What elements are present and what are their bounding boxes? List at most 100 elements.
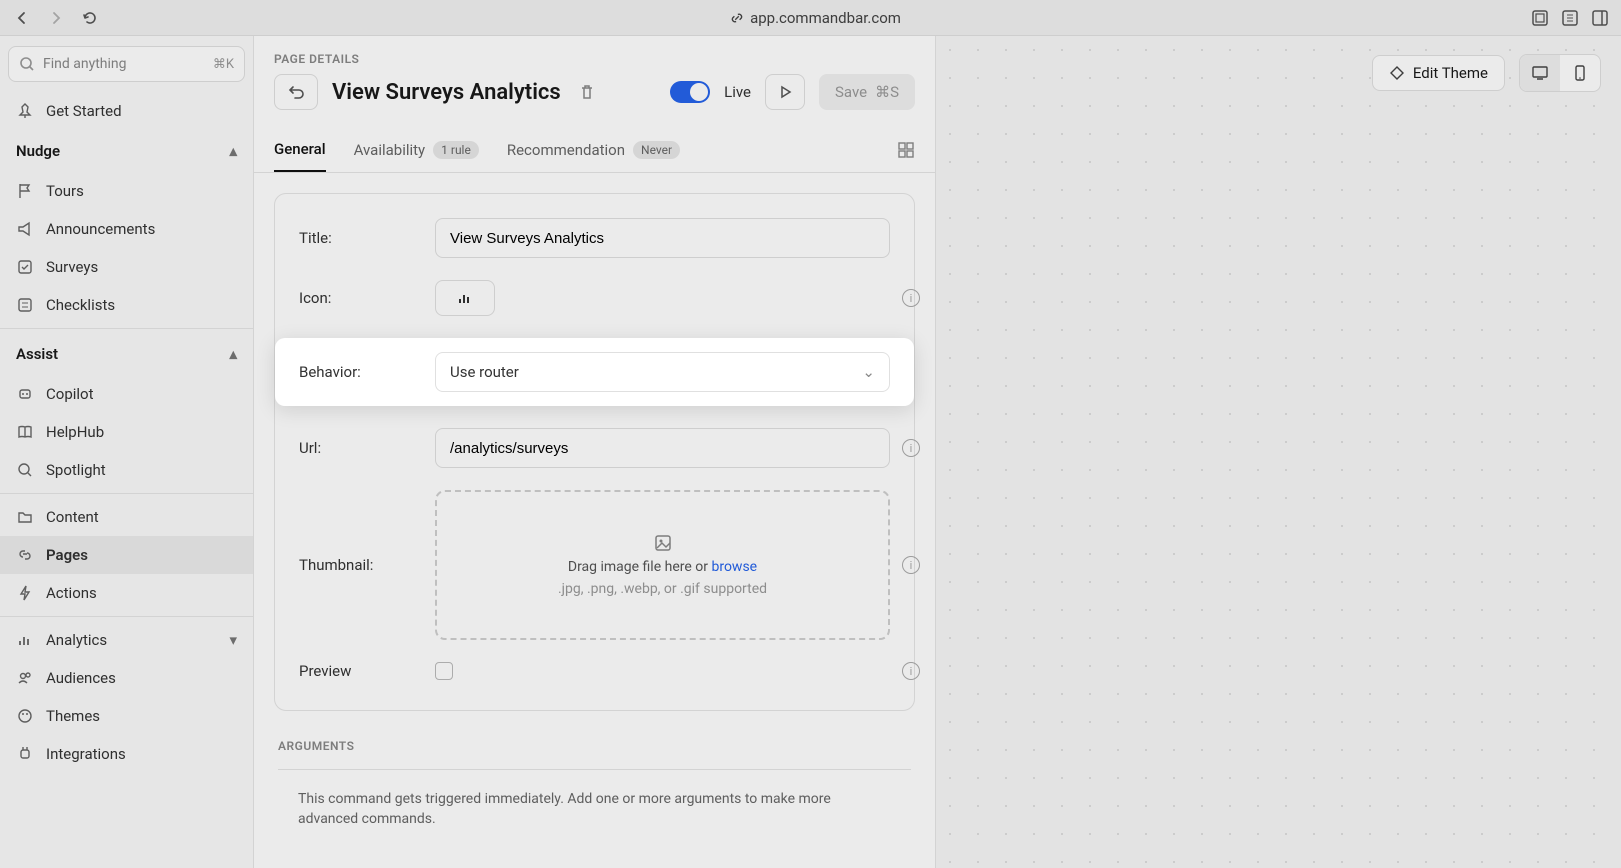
sidebar-item-label: Content — [46, 508, 99, 526]
sidebar-item-label: Checklists — [46, 296, 115, 314]
desktop-button[interactable] — [1520, 55, 1560, 91]
bar-chart-icon — [457, 290, 473, 306]
caret-down-icon: ▾ — [229, 631, 237, 649]
preview-button[interactable] — [765, 74, 805, 110]
edit-theme-label: Edit Theme — [1413, 64, 1488, 82]
info-icon[interactable]: i — [902, 556, 920, 574]
search-icon — [19, 56, 35, 72]
sidebar-item-actions[interactable]: Actions — [0, 574, 253, 612]
behavior-select[interactable]: Use router ⌄ — [435, 352, 890, 392]
thumbnail-label: Thumbnail: — [299, 556, 415, 574]
tab-general[interactable]: General — [274, 128, 326, 172]
extension-icon-2[interactable] — [1561, 9, 1579, 27]
preview-checkbox[interactable] — [435, 662, 453, 680]
behavior-label: Behavior: — [299, 363, 415, 381]
sidebar-item-surveys[interactable]: Surveys — [0, 248, 253, 286]
robot-icon — [16, 385, 34, 403]
browser-bar: app.commandbar.com — [0, 0, 1621, 36]
live-label: Live — [724, 83, 751, 101]
sidebar-item-label: HelpHub — [46, 423, 104, 441]
link-icon — [16, 546, 34, 564]
preview-label: Preview — [299, 662, 415, 680]
megaphone-icon — [16, 220, 34, 238]
delete-button[interactable] — [575, 83, 599, 101]
sidebar-section-nudge[interactable]: Nudge ▴ — [0, 130, 253, 172]
icon-picker[interactable] — [435, 280, 495, 316]
sidebar-item-label: Copilot — [46, 385, 94, 403]
extension-icon-1[interactable] — [1531, 9, 1549, 27]
tab-label: Recommendation — [507, 141, 625, 159]
mobile-button[interactable] — [1560, 55, 1600, 91]
layout-icon[interactable] — [897, 141, 915, 159]
forward-button[interactable] — [46, 8, 66, 28]
info-icon[interactable]: i — [902, 289, 920, 307]
sidebar-item-label: Announcements — [46, 220, 155, 238]
thumbnail-text: Drag image file here or browse — [568, 559, 757, 575]
sidebar-toggle-icon[interactable] — [1591, 9, 1609, 27]
thumbnail-hint: .jpg, .png, .webp, or .gif supported — [558, 581, 767, 597]
browse-link[interactable]: browse — [711, 559, 757, 575]
sidebar-item-label: Spotlight — [46, 461, 106, 479]
book-icon — [16, 423, 34, 441]
image-icon — [653, 533, 673, 553]
sidebar-item-integrations[interactable]: Integrations — [0, 735, 253, 773]
section-label: Assist — [16, 345, 58, 363]
sidebar-item-label: Analytics — [46, 631, 107, 649]
back-button[interactable] — [12, 8, 32, 28]
title-input[interactable] — [435, 218, 890, 258]
editor-panel: PAGE DETAILS View Surveys Analytics Live… — [254, 36, 936, 868]
live-toggle[interactable] — [670, 81, 710, 103]
sidebar-item-themes[interactable]: Themes — [0, 697, 253, 735]
sidebar-item-tours[interactable]: Tours — [0, 172, 253, 210]
chevron-down-icon: ⌄ — [862, 363, 875, 381]
sidebar-item-announcements[interactable]: Announcements — [0, 210, 253, 248]
sidebar-item-analytics[interactable]: Analytics ▾ — [0, 621, 253, 659]
caret-up-icon: ▴ — [229, 142, 237, 160]
chart-icon — [16, 631, 34, 649]
sidebar-item-audiences[interactable]: Audiences — [0, 659, 253, 697]
sidebar-item-label: Themes — [46, 707, 100, 725]
sidebar-item-label: Get Started — [46, 102, 122, 120]
caret-up-icon: ▴ — [229, 345, 237, 363]
reload-button[interactable] — [80, 8, 100, 28]
sidebar-item-helphub[interactable]: HelpHub — [0, 413, 253, 451]
flag-icon — [16, 182, 34, 200]
save-button[interactable]: Save ⌘S — [819, 74, 915, 110]
url-label: Url: — [299, 439, 415, 457]
divider — [278, 769, 911, 770]
arguments-description: This command gets triggered immediately.… — [254, 790, 935, 849]
undo-button[interactable] — [274, 74, 318, 110]
tab-label: Availability — [354, 141, 426, 159]
arguments-label: ARGUMENTS — [254, 731, 935, 769]
tab-badge: Never — [633, 141, 680, 159]
page-details-label: PAGE DETAILS — [254, 36, 935, 74]
sidebar-item-get-started[interactable]: Get Started — [0, 92, 253, 130]
search-input[interactable]: Find anything ⌘K — [8, 46, 245, 82]
url-bar[interactable]: app.commandbar.com — [114, 9, 1517, 27]
sidebar-item-pages[interactable]: Pages — [0, 536, 253, 574]
section-label: Nudge — [16, 142, 60, 160]
palette-icon — [16, 707, 34, 725]
tab-recommendation[interactable]: Recommendation Never — [507, 129, 680, 171]
checklist-icon — [16, 296, 34, 314]
sidebar-item-spotlight[interactable]: Spotlight — [0, 451, 253, 489]
sidebar-item-checklists[interactable]: Checklists — [0, 286, 253, 324]
search-icon — [16, 461, 34, 479]
users-icon — [16, 669, 34, 687]
select-value: Use router — [450, 363, 519, 381]
tab-availability[interactable]: Availability1 rule — [354, 129, 479, 171]
sidebar-item-label: Pages — [46, 546, 88, 564]
info-icon[interactable]: i — [902, 439, 920, 457]
edit-theme-button[interactable]: Edit Theme — [1372, 55, 1505, 91]
sidebar-item-content[interactable]: Content — [0, 498, 253, 536]
thumbnail-dropzone[interactable]: Drag image file here or browse .jpg, .pn… — [435, 490, 890, 640]
sidebar-section-assist[interactable]: Assist ▴ — [0, 333, 253, 375]
save-label: Save — [835, 83, 867, 101]
list-check-icon — [16, 258, 34, 276]
device-toggle — [1519, 54, 1601, 92]
bolt-icon — [16, 584, 34, 602]
url-input[interactable] — [435, 428, 890, 468]
icon-label: Icon: — [299, 289, 415, 307]
sidebar-item-copilot[interactable]: Copilot — [0, 375, 253, 413]
info-icon[interactable]: i — [902, 662, 920, 680]
